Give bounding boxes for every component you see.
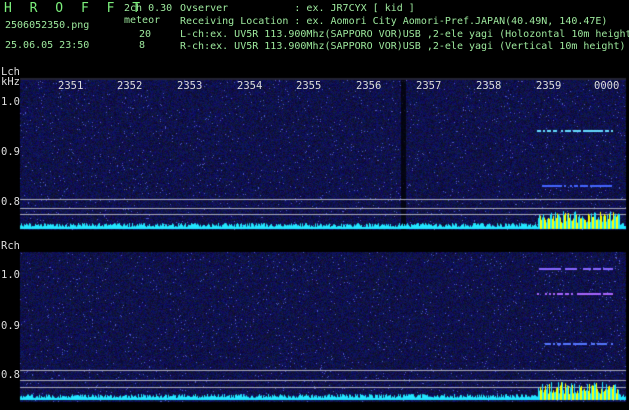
- rch-ytick-3: 0.8: [1, 369, 20, 381]
- time-tick-2352: 2352: [117, 80, 143, 92]
- time-tick-2355: 2355: [296, 80, 322, 92]
- time-tick-2358: 2358: [476, 80, 502, 92]
- lch-ytick-2: 0.9: [1, 146, 20, 158]
- time-tick-2354: 2354: [237, 80, 263, 92]
- time-tick-2353: 2353: [177, 80, 203, 92]
- lch-ytick-1: 1.0: [1, 96, 20, 108]
- datetime-label: 25.06.05 23:50: [5, 40, 90, 51]
- filename-label: 2506052350.png: [5, 20, 90, 31]
- meteor-label: meteor: [124, 15, 161, 26]
- time-tick-2359: 2359: [536, 80, 562, 92]
- observer-label: Ovserver : ex. JR7CYX [ kid ]: [180, 3, 415, 14]
- version-label: 2ch 0.30: [124, 3, 173, 14]
- rch-ytick-2: 0.9: [1, 320, 20, 332]
- lch-ytick-3: 0.8: [1, 196, 20, 208]
- rch-label: Rch: [1, 240, 20, 252]
- lch-info-label: L-ch:ex. UV5R 113.900Mhz(SAPPORO VOR)USB…: [180, 29, 629, 40]
- lch-unit: kHz: [1, 76, 20, 88]
- location-label: Receiving Location : ex. Aomori City Aom…: [180, 16, 608, 27]
- time-tick-0000: 0000: [594, 80, 620, 92]
- rch-info-label: R-ch:ex. UV5R 113.900Mhz(SAPPORO VOR)USB…: [180, 41, 626, 52]
- meteor-count-r: 8: [139, 40, 146, 51]
- spectrogram-canvas: [0, 0, 629, 410]
- time-tick-2356: 2356: [356, 80, 382, 92]
- time-tick-2351: 2351: [58, 80, 84, 92]
- rch-ytick-1: 1.0: [1, 269, 20, 281]
- time-tick-2357: 2357: [416, 80, 442, 92]
